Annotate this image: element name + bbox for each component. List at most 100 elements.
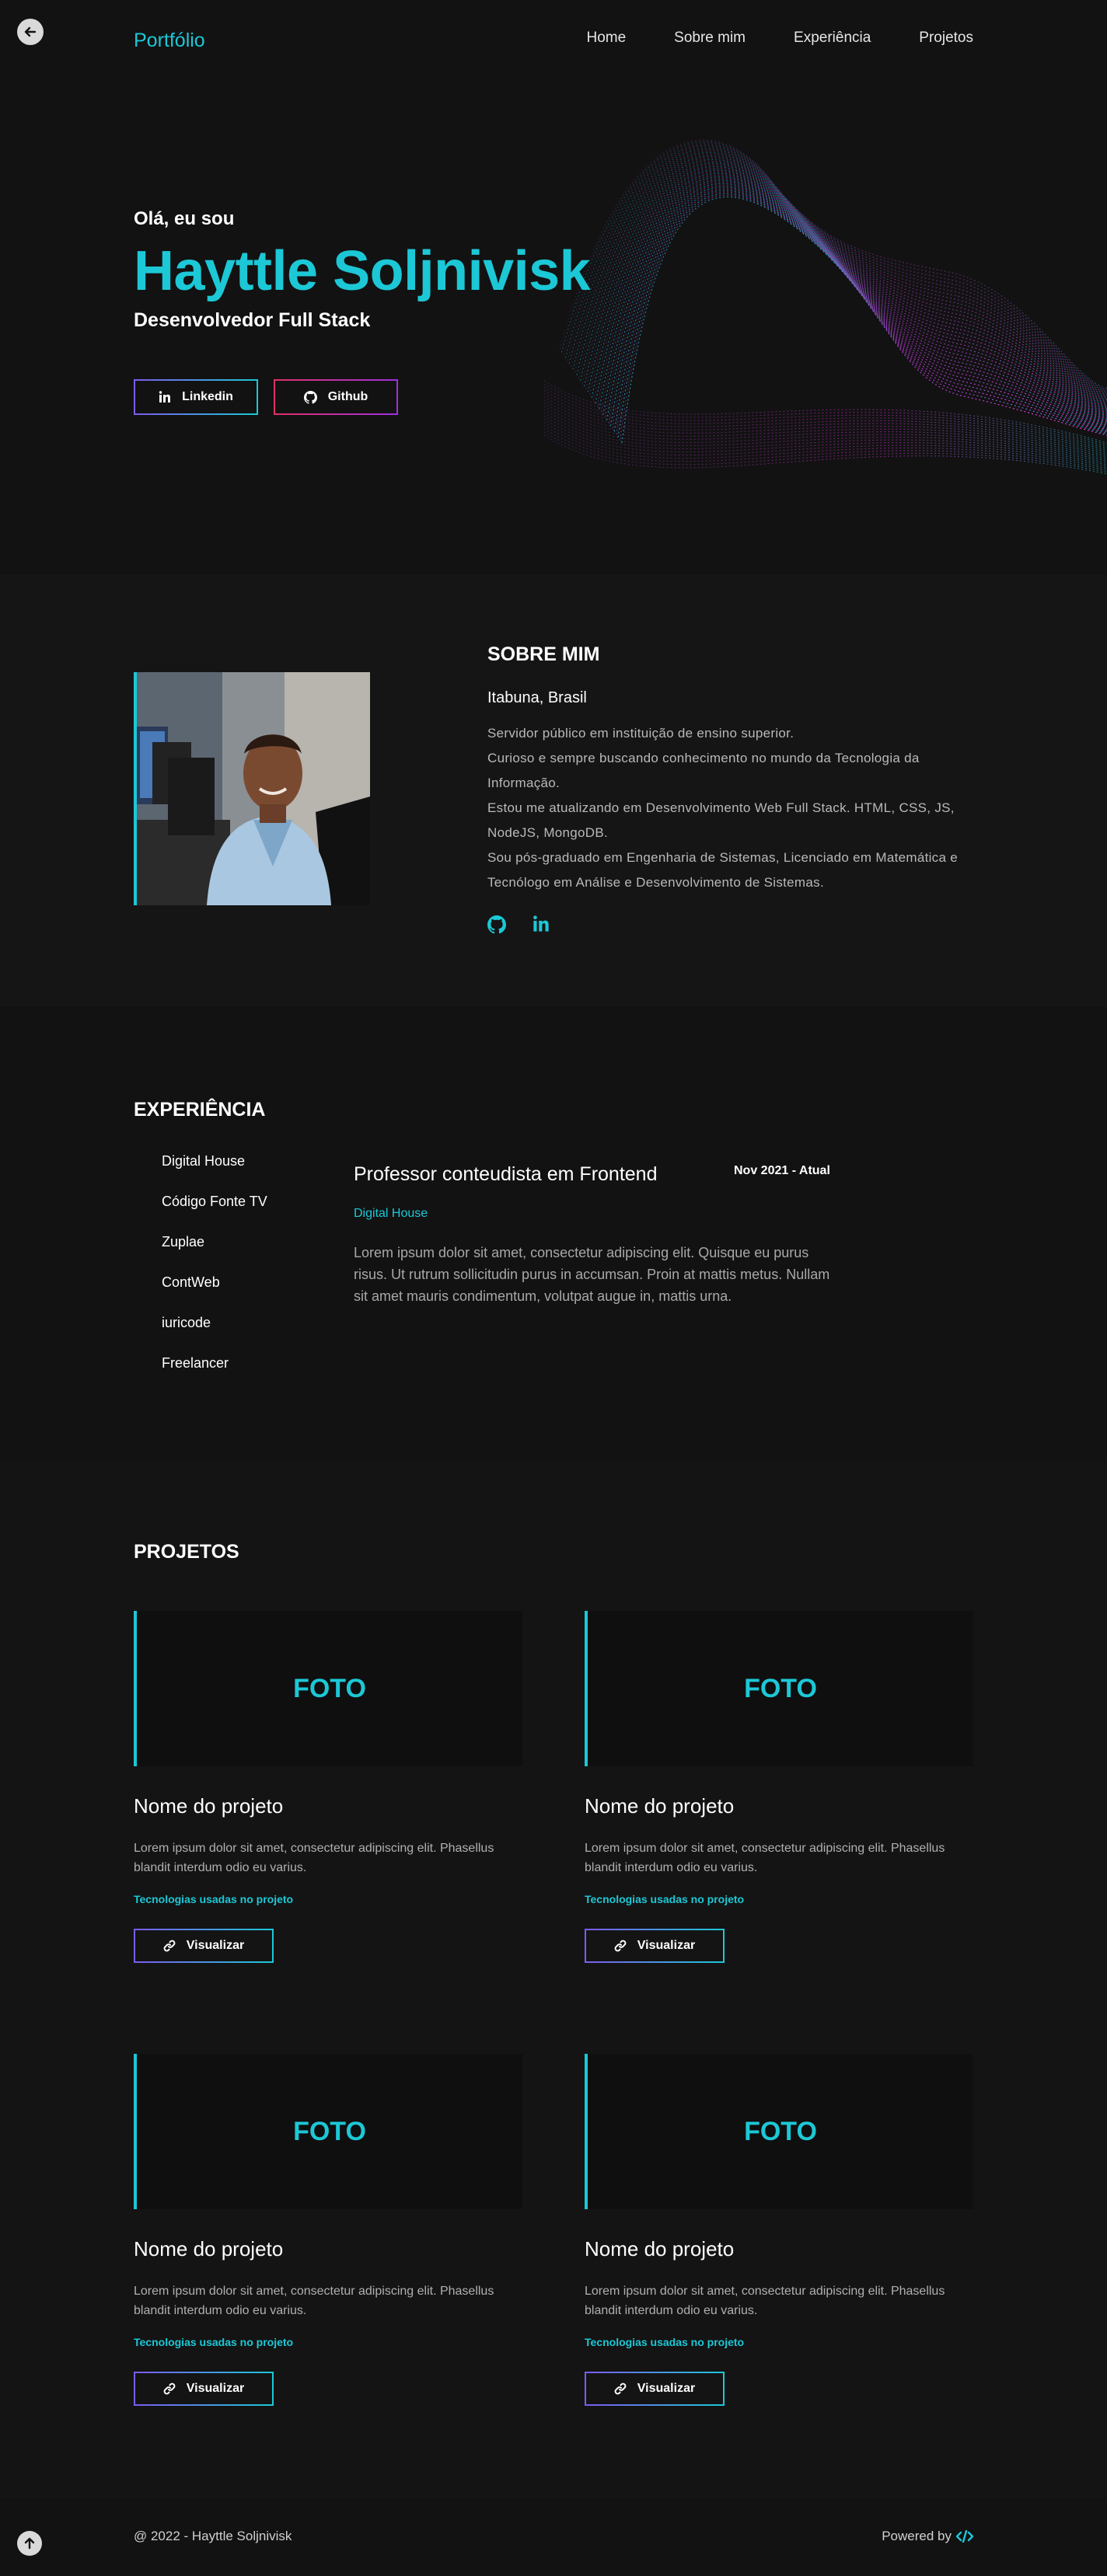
hero-greeting: Olá, eu sou: [134, 208, 235, 229]
view-project-button[interactable]: Visualizar: [585, 2372, 725, 2406]
view-project-button[interactable]: Visualizar: [134, 1929, 274, 1963]
scroll-top-button[interactable]: [17, 2531, 42, 2556]
view-project-label: Visualizar: [637, 1939, 696, 1952]
experience-company-list: Digital House Código Fonte TV Zuplae Con…: [162, 1153, 267, 1396]
project-name: Nome do projeto: [585, 2237, 735, 2261]
wave-strand: [583, 162, 1107, 408]
logo[interactable]: Portfólio: [134, 30, 205, 52]
about-location: Itabuna, Brasil: [487, 689, 587, 706]
project-name: Nome do projeto: [134, 1794, 284, 1818]
experience-tab[interactable]: Código Fonte TV: [162, 1194, 267, 1234]
experience-tab[interactable]: Freelancer: [162, 1355, 267, 1396]
view-project-label: Visualizar: [186, 1939, 245, 1952]
view-project-label: Visualizar: [637, 2382, 696, 2395]
view-project-button[interactable]: Visualizar: [134, 2372, 274, 2406]
project-photo: FOTO: [585, 1611, 973, 1766]
project-tech: Tecnologias usadas no projeto: [134, 1893, 294, 1905]
project-description: Lorem ipsum dolor sit amet, consectetur …: [134, 1842, 494, 1874]
linkedin-button[interactable]: Linkedin: [134, 379, 258, 415]
experience-company: Digital House: [354, 1207, 428, 1220]
profile-photo: [134, 672, 370, 905]
project-tech: Tecnologias usadas no projeto: [585, 2336, 745, 2348]
github-link[interactable]: [487, 915, 506, 938]
github-icon: [487, 915, 506, 934]
project-description: Lorem ipsum dolor sit amet, consectetur …: [585, 2285, 945, 2317]
nav-about[interactable]: Sobre mim: [674, 30, 746, 47]
project-description: Lorem ipsum dolor sit amet, consectetur …: [585, 1842, 945, 1874]
hero-role: Desenvolvedor Full Stack: [134, 309, 371, 331]
project-photo: FOTO: [585, 2054, 973, 2209]
wave-strand: [609, 186, 1107, 427]
project-name: Nome do projeto: [585, 1794, 735, 1818]
project-description: Lorem ipsum dolor sit amet, consectetur …: [134, 2285, 494, 2317]
experience-description: Lorem ipsum dolor sit amet, consectetur …: [354, 1245, 830, 1304]
nav-projects[interactable]: Projetos: [919, 30, 973, 47]
experience-job-title: Professor conteudista em Frontend: [354, 1163, 658, 1185]
about-line: Estou me atualizando em Desenvolvimento …: [487, 800, 955, 840]
wave-strand: [613, 190, 1107, 432]
wave-strand: [543, 406, 1107, 458]
about-line: Servidor público em instituição de ensin…: [487, 726, 794, 741]
github-label: Github: [327, 390, 368, 403]
wave-strand: [560, 141, 1107, 391]
projects-title: PROJETOS: [134, 1541, 239, 1563]
experience-tab[interactable]: Digital House: [162, 1153, 267, 1194]
arrow-left-icon: [24, 26, 37, 37]
about-title: SOBRE MIM: [487, 643, 600, 665]
experience-tab[interactable]: Zuplae: [162, 1234, 267, 1274]
project-card: FOTO Nome do projeto Lorem ipsum dolor s…: [585, 2054, 973, 2406]
wave-strand: [543, 380, 1107, 444]
hero-buttons: Linkedin Github: [134, 379, 398, 415]
arrow-up-icon: [24, 2537, 35, 2550]
nav-experience[interactable]: Experiência: [794, 30, 871, 47]
footer-powered: Powered by: [882, 2529, 973, 2544]
footer-copyright: @ 2022 - Hayttle Soljnivisk: [134, 2529, 292, 2543]
project-name: Nome do projeto: [134, 2237, 284, 2261]
wave-strand: [593, 171, 1107, 415]
wave-strand: [617, 193, 1107, 437]
project-card: FOTO Nome do projeto Lorem ipsum dolor s…: [585, 1611, 973, 1963]
hero-wave-graphic: [543, 139, 1107, 475]
wave-strand: [619, 194, 1107, 441]
back-button[interactable]: [17, 19, 44, 45]
wave-strand: [608, 184, 1107, 426]
experience-tab[interactable]: ContWeb: [162, 1274, 267, 1315]
link-icon: [163, 2383, 176, 2395]
view-project-button[interactable]: Visualizar: [585, 1929, 725, 1963]
project-tech: Tecnologias usadas no projeto: [134, 2336, 294, 2348]
project-card: FOTO Nome do projeto Lorem ipsum dolor s…: [134, 1611, 522, 1963]
about-description: Servidor público em instituição de ensin…: [487, 721, 973, 895]
experience-tab[interactable]: iuricode: [162, 1315, 267, 1355]
wave-strand: [595, 173, 1107, 417]
link-icon: [163, 1940, 176, 1952]
wave-strand: [559, 139, 1107, 389]
github-icon: [303, 390, 317, 404]
about-line: Curioso e sempre buscando conhecimento n…: [487, 751, 920, 790]
wave-strand: [543, 396, 1107, 453]
linkedin-icon: [159, 391, 171, 403]
experience-date: Nov 2021 - Atual: [734, 1164, 830, 1177]
about-line: Sou pós-graduado em Engenharia de Sistem…: [487, 850, 959, 890]
wave-strand: [604, 181, 1107, 424]
code-icon: [956, 2530, 973, 2543]
wave-strand: [580, 159, 1107, 405]
linkedin-icon: [533, 915, 549, 932]
main-nav: Home Sobre mim Experiência Projetos: [586, 30, 973, 47]
github-button[interactable]: Github: [274, 379, 398, 415]
powered-label: Powered by: [882, 2529, 952, 2543]
project-photo: FOTO: [134, 1611, 522, 1766]
wave-strand: [581, 161, 1107, 406]
wave-strand: [572, 152, 1107, 399]
linkedin-link[interactable]: [533, 915, 550, 938]
project-tech: Tecnologias usadas no projeto: [585, 1893, 745, 1905]
wave-strand: [574, 154, 1107, 401]
nav-home[interactable]: Home: [586, 30, 626, 47]
wave-strand: [612, 188, 1107, 429]
wave-strand: [543, 431, 1107, 473]
project-photo: FOTO: [134, 2054, 522, 2209]
wave-strand: [596, 174, 1107, 417]
wave-strand: [591, 169, 1107, 413]
wave-strand: [621, 196, 1107, 444]
wave-strand: [616, 191, 1107, 435]
wave-strand: [543, 425, 1107, 469]
